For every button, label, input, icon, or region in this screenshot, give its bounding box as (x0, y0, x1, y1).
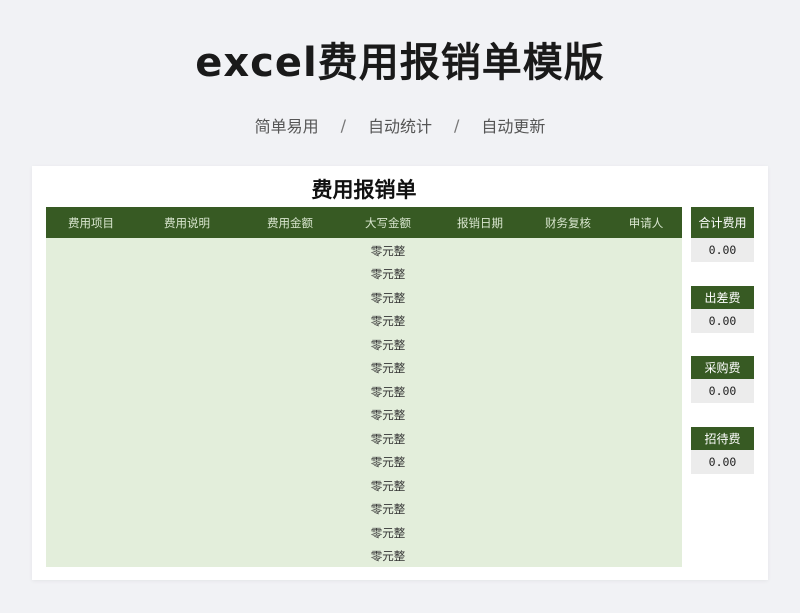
summary-label: 采购费 (691, 356, 754, 379)
summary-value[interactable]: 0.00 (691, 309, 754, 333)
table-row: 零元整 (46, 545, 682, 569)
amount-upper-cell[interactable]: 零元整 (342, 313, 434, 329)
summary-purchase: 采购费 0.00 (691, 356, 754, 403)
table-row: 零元整 (46, 263, 682, 287)
table-row: 零元整 (46, 521, 682, 545)
table-header: 费用项目 费用说明 费用金额 大写金额 报销日期 财务复核 申请人 (46, 207, 682, 238)
amount-upper-cell[interactable]: 零元整 (342, 384, 434, 400)
col-header-applicant[interactable]: 申请人 (610, 215, 682, 231)
table-row: 零元整 (46, 451, 682, 475)
separator: / (340, 115, 346, 135)
amount-upper-cell[interactable]: 零元整 (342, 501, 434, 517)
table-row: 零元整 (46, 333, 682, 357)
table-row: 零元整 (46, 357, 682, 381)
summary-entertainment: 招待费 0.00 (691, 427, 754, 474)
summary-label: 合计费用 (691, 207, 754, 238)
separator: / (454, 115, 460, 135)
summary-label: 招待费 (691, 427, 754, 450)
summary-value[interactable]: 0.00 (691, 379, 754, 403)
summary-travel: 出差费 0.00 (691, 286, 754, 333)
table-row: 零元整 (46, 380, 682, 404)
table-row: 零元整 (46, 239, 682, 263)
expense-sheet: 费用报销单 费用项目 费用说明 费用金额 大写金额 报销日期 财务复核 申请人 … (32, 166, 768, 580)
amount-upper-cell[interactable]: 零元整 (342, 407, 434, 423)
feature-list: 简单易用 / 自动统计 / 自动更新 (0, 113, 800, 137)
col-header-expense-desc[interactable]: 费用说明 (136, 215, 238, 231)
expense-table: 费用项目 费用说明 费用金额 大写金额 报销日期 财务复核 申请人 零元整 零元整… (46, 207, 682, 567)
col-header-finance-review[interactable]: 财务复核 (526, 215, 610, 231)
summary-value[interactable]: 0.00 (691, 238, 754, 262)
amount-upper-cell[interactable]: 零元整 (342, 525, 434, 541)
summary-total: 合计费用 0.00 (691, 207, 754, 262)
amount-upper-cell[interactable]: 零元整 (342, 548, 434, 564)
table-row: 零元整 (46, 474, 682, 498)
table-row: 零元整 (46, 310, 682, 334)
amount-upper-cell[interactable]: 零元整 (342, 431, 434, 447)
amount-upper-cell[interactable]: 零元整 (342, 454, 434, 470)
feature-auto-update: 自动更新 (481, 117, 546, 136)
table-row: 零元整 (46, 404, 682, 428)
amount-upper-cell[interactable]: 零元整 (342, 337, 434, 353)
col-header-expense-item[interactable]: 费用项目 (46, 215, 136, 231)
col-header-expense-amount[interactable]: 费用金额 (238, 215, 342, 231)
amount-upper-cell[interactable]: 零元整 (342, 360, 434, 376)
summary-value[interactable]: 0.00 (691, 450, 754, 474)
amount-upper-cell[interactable]: 零元整 (342, 243, 434, 259)
col-header-amount-upper[interactable]: 大写金额 (342, 215, 434, 231)
summary-label: 出差费 (691, 286, 754, 309)
table-row: 零元整 (46, 286, 682, 310)
page-title: excel费用报销单模版 (195, 40, 605, 86)
table-row: 零元整 (46, 427, 682, 451)
amount-upper-cell[interactable]: 零元整 (342, 478, 434, 494)
feature-auto-stats: 自动统计 (367, 117, 432, 136)
feature-easy: 简单易用 (254, 117, 319, 136)
amount-upper-cell[interactable]: 零元整 (342, 266, 434, 282)
table-row: 零元整 (46, 498, 682, 522)
table-body: 零元整 零元整 零元整 零元整 零元整 零元整 零元整 零元整 零元整 零元整 零元整 零元整 零元整零… (46, 238, 682, 568)
sheet-title: 费用报销单 (311, 177, 417, 202)
amount-upper-cell[interactable]: 零元整 (342, 290, 434, 306)
col-header-date[interactable]: 报销日期 (434, 215, 526, 231)
